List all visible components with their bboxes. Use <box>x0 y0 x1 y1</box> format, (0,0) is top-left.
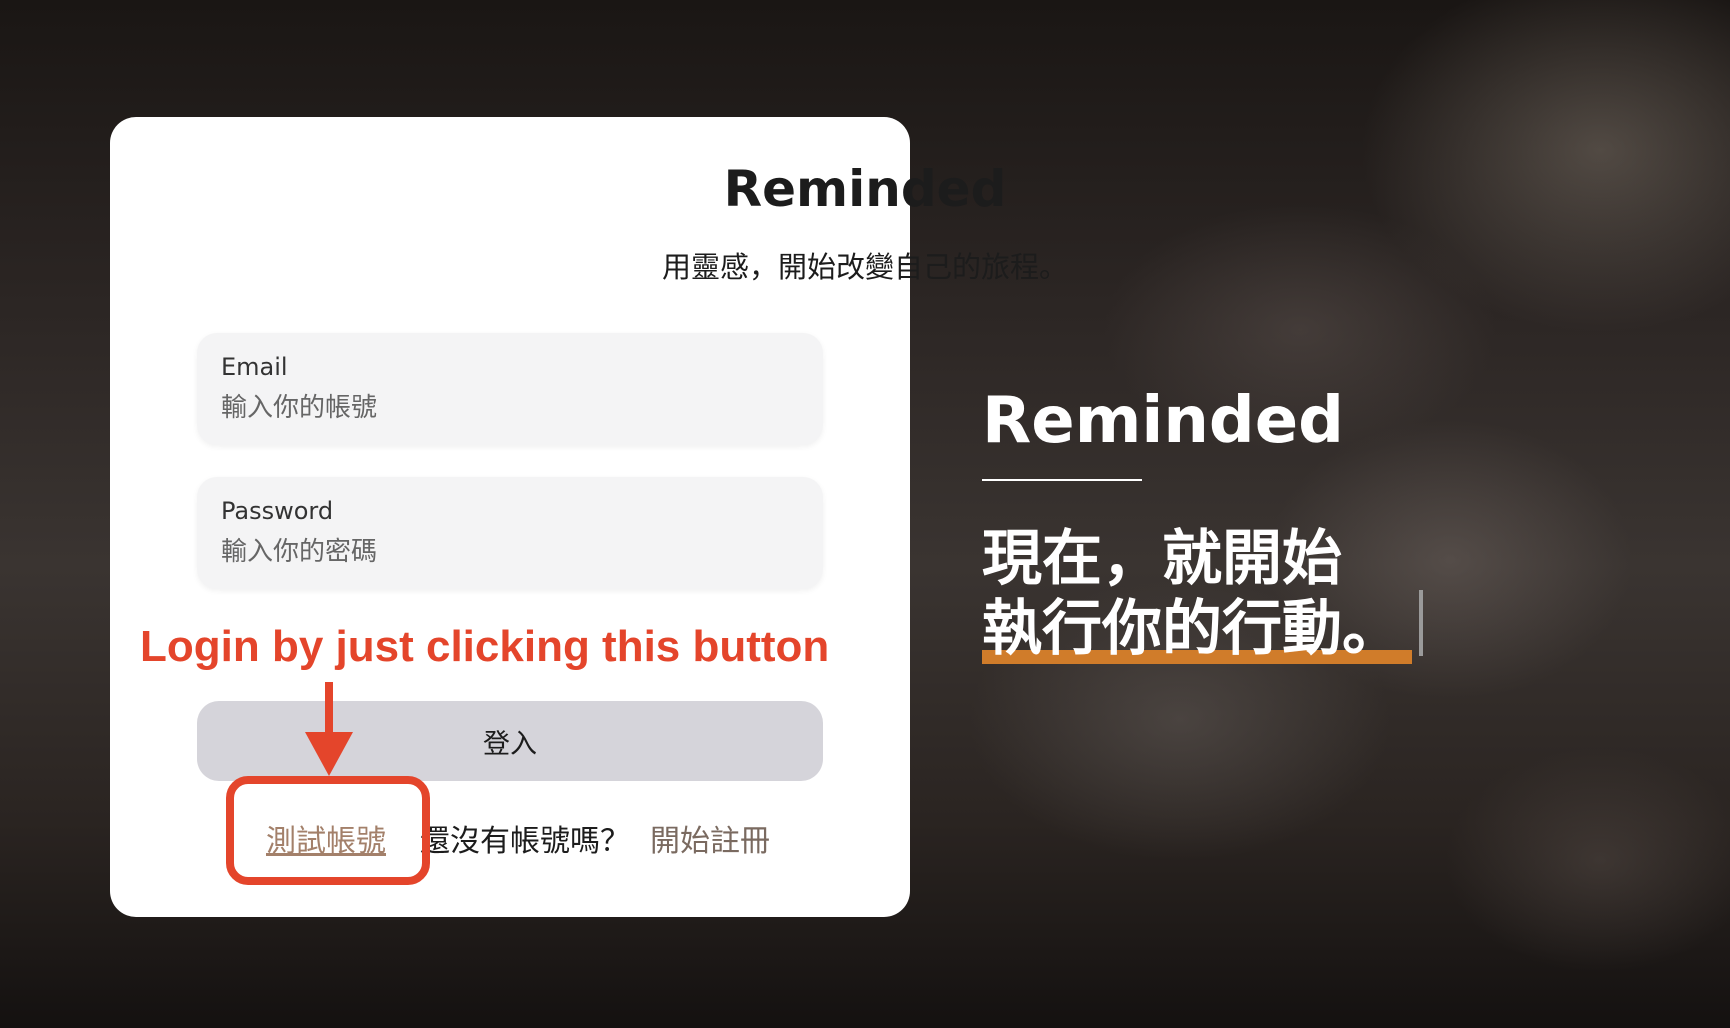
password-label: Password <box>221 497 334 525</box>
hero-divider <box>982 479 1142 481</box>
signup-prompt: 還沒有帳號嗎？ <box>420 824 630 859</box>
email-input[interactable] <box>221 389 781 427</box>
typing-caret <box>1419 590 1423 656</box>
email-label: Email <box>221 353 288 381</box>
hero-headline-line-2: 執行你的行動。 <box>982 594 1402 664</box>
app-tagline: 用靈感，開始改變自己的旅程。 <box>661 250 1068 284</box>
hero-title: Reminded <box>982 384 1344 458</box>
annotation-text: Login by just clicking this button <box>140 622 830 671</box>
login-button[interactable]: 登入 <box>197 701 823 781</box>
test-account-link[interactable]: 測試帳號 <box>266 816 386 860</box>
login-page: Reminded 用靈感，開始改變自己的旅程。 Email Password L… <box>0 0 1730 1028</box>
password-input[interactable] <box>221 533 781 571</box>
signup-link[interactable]: 開始註冊 <box>650 816 770 860</box>
email-field[interactable]: Email <box>197 333 823 445</box>
app-title: Reminded <box>723 160 1007 218</box>
password-field[interactable]: Password <box>197 477 823 589</box>
